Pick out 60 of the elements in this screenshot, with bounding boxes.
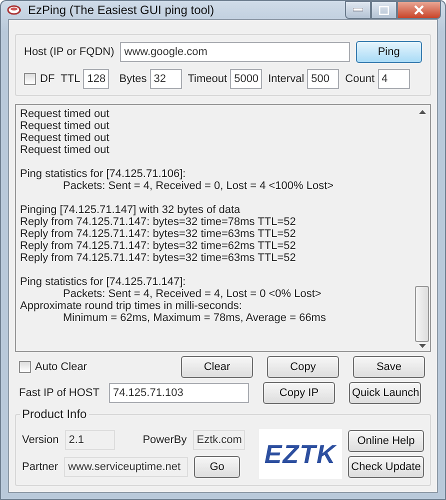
info-button[interactable]: Online Help xyxy=(348,430,424,452)
log-line: Request timed out xyxy=(20,132,110,144)
option-label: Timeout xyxy=(188,73,228,85)
fast-ip-label: Fast IP of HOST xyxy=(19,387,100,399)
go-button[interactable]: Go xyxy=(194,456,240,478)
scroll-down-icon[interactable] xyxy=(418,344,426,348)
log-line: Reply from 74.125.71.147: bytes=32 time=63ms TTL=52 xyxy=(20,228,297,240)
option-label: TTL xyxy=(60,73,80,85)
option-field[interactable]: 128 xyxy=(83,69,110,89)
log-line: Approximate round trip times in milli-seconds: xyxy=(20,300,243,312)
log-line: Request timed out xyxy=(20,108,110,120)
version-value: 2.1 xyxy=(64,430,115,450)
option-label: Interval xyxy=(268,73,304,85)
option-label: Count xyxy=(345,73,375,85)
version-label: Version xyxy=(22,434,59,446)
option-field[interactable]: 32 xyxy=(150,69,182,89)
host-label: Host (IP or FQDN) xyxy=(24,46,114,58)
info-button[interactable]: Check Update xyxy=(348,456,424,478)
option-field[interactable]: 500 xyxy=(307,69,340,89)
fast-ip-button[interactable]: Quick Launch xyxy=(349,382,421,404)
log-line: Reply from 74.125.71.147: bytes=32 time=63ms TTL=52 xyxy=(20,252,297,264)
df-label: DF xyxy=(40,73,55,85)
option-field[interactable]: 5000 xyxy=(230,69,262,89)
log-line: Packets: Sent = 4, Received = 4, Lost = 0 <0% Lost> xyxy=(62,288,322,300)
scroll-thumb[interactable] xyxy=(415,286,429,342)
partner-label: Partner xyxy=(22,461,58,473)
product-info-title: Product Info xyxy=(20,407,89,421)
log-line: Minimum = 62ms, Maximum = 78ms, Average = 66ms xyxy=(62,312,327,324)
log-line: Request timed out xyxy=(20,144,110,156)
log-line: Pinging [74.125.71.147] with 32 bytes of data xyxy=(20,204,242,216)
option-label: Bytes xyxy=(119,73,147,85)
action-button[interactable]: Save xyxy=(353,356,425,378)
scroll-up-icon[interactable] xyxy=(418,110,426,114)
window-title: EzPing (The Easiest GUI ping tool) xyxy=(28,3,214,17)
powerby-label: PowerBy xyxy=(142,434,187,446)
action-button[interactable]: Clear xyxy=(181,356,253,378)
log-line: Reply from 74.125.71.147: bytes=32 time=62ms TTL=52 xyxy=(20,240,297,252)
close-button[interactable] xyxy=(397,1,441,19)
partner-value: www.serviceuptime.net xyxy=(64,457,188,477)
df-checkbox[interactable] xyxy=(24,73,36,85)
close-icon[interactable] xyxy=(414,5,424,15)
cup-icon xyxy=(7,3,23,17)
log-line: Reply from 74.125.71.147: bytes=32 time=78ms TTL=52 xyxy=(20,216,297,228)
action-button[interactable]: Copy xyxy=(267,356,339,378)
powerby-value: Eztk.com xyxy=(192,430,245,450)
ping-button[interactable]: Ping xyxy=(356,41,422,63)
fast-ip-field[interactable]: 74.125.71.103 xyxy=(109,383,249,403)
log-line: Ping statistics for [74.125.71.147]: xyxy=(20,276,187,288)
minimize-icon[interactable] xyxy=(353,8,363,12)
host-field[interactable]: www.google.com xyxy=(120,42,350,62)
minimize-button[interactable] xyxy=(345,1,371,19)
auto-clear-label: Auto Clear xyxy=(35,361,87,373)
logo: EZTK xyxy=(258,429,342,479)
log-line: Packets: Sent = 4, Received = 0, Lost = 4 <100% Lost> xyxy=(62,180,335,192)
maximize-button[interactable] xyxy=(371,1,397,19)
option-field[interactable]: 4 xyxy=(378,69,410,89)
fast-ip-button[interactable]: Copy IP xyxy=(263,382,335,404)
auto-clear-checkbox[interactable] xyxy=(19,361,31,373)
log-line: Ping statistics for [74.125.71.106]: xyxy=(20,168,187,180)
log-line: Request timed out xyxy=(20,120,110,132)
